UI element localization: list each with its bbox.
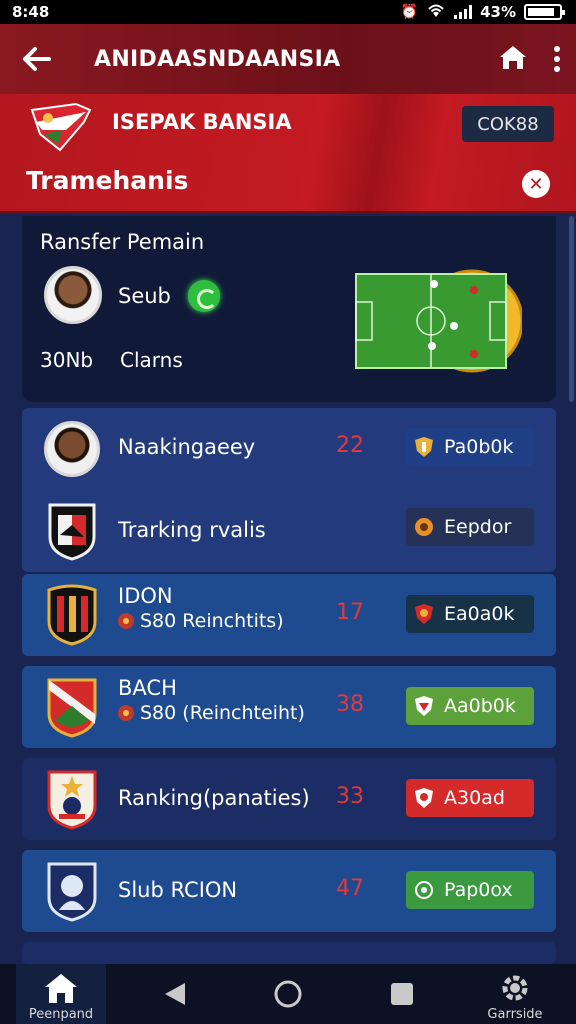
gear-icon: [502, 975, 528, 1001]
transfer-card[interactable]: Ransfer Pemain Seub 30Nb Clarns: [22, 216, 556, 402]
header-banner: ISEPAK BANSIA COK88 Tramehanis ✕: [0, 94, 576, 214]
row-name: Slub RCION: [118, 878, 238, 902]
club-badge-icon: [42, 500, 102, 562]
row-number: 17: [336, 600, 364, 625]
wifi-icon: [426, 2, 446, 22]
nav-back[interactable]: [130, 964, 220, 1024]
status-time: 8:48: [12, 3, 50, 21]
row-action-label: Pa0b0k: [444, 436, 514, 458]
square-recents-icon: [390, 983, 413, 1005]
close-button[interactable]: ✕: [522, 170, 550, 198]
app-bar: ANIDAASNDAANSIA: [0, 24, 576, 94]
close-icon: ✕: [528, 173, 544, 195]
row-number: 47: [336, 876, 364, 901]
online-status-icon: [188, 280, 220, 312]
home-icon: [45, 974, 77, 1003]
section-title: Tramehanis: [26, 166, 189, 195]
list-item[interactable]: IDON S80 Reinchtits) 17 Ea0a0k: [22, 574, 556, 656]
house-icon: [500, 46, 526, 69]
medal-icon: [118, 705, 134, 721]
club-badge-icon: [42, 860, 102, 922]
medal-icon: [118, 613, 134, 629]
status-bar: 8:48 ⏰ 43%: [0, 0, 576, 24]
row-name: Trarking rvalis: [118, 518, 266, 542]
brand-name: ISEPAK BANSIA: [112, 110, 292, 134]
row-name: Naakingaeey: [118, 435, 256, 459]
football-pitch-image: [355, 269, 522, 373]
stats-value: 30Nb: [40, 348, 94, 372]
nav-home[interactable]: Peenpand: [16, 964, 106, 1024]
brand-logo: [26, 100, 96, 154]
circle-icon: [415, 881, 433, 899]
arrow-left-icon: [23, 47, 51, 71]
row-action-button[interactable]: Eepdor: [406, 508, 534, 546]
row-action-label: A30ad: [444, 787, 505, 809]
list-item[interactable]: Naakingaeey 22 Pa0b0k Trarking rvalis Ee…: [22, 408, 556, 572]
club-badge-icon: [42, 676, 102, 738]
stats-label: Clarns: [120, 348, 183, 372]
list-item[interactable]: [22, 942, 556, 964]
row-action-label: Aa0b0k: [444, 695, 516, 717]
row-action-button[interactable]: Pa0b0k: [406, 428, 534, 466]
club-badge-icon: [42, 768, 102, 830]
triangle-back-icon: [164, 983, 185, 1005]
row-subtitle: S80 (Reinchteiht): [118, 702, 305, 724]
row-action-button[interactable]: Pap0ox: [406, 871, 534, 909]
list-item[interactable]: Ranking(panaties) 33 A30ad: [22, 758, 556, 840]
row-number: 33: [336, 784, 364, 809]
row-subtitle: S80 Reinchtits): [118, 610, 284, 632]
code-chip[interactable]: COK88: [462, 106, 554, 142]
nav-home-label: Peenpand: [28, 1007, 94, 1022]
house-button[interactable]: [498, 43, 528, 75]
row-action-label: Eepdor: [444, 516, 512, 538]
row-action-button[interactable]: A30ad: [406, 779, 534, 817]
row-name: Ranking(panaties): [118, 786, 310, 810]
more-menu-button[interactable]: [554, 46, 560, 72]
row-action-label: Ea0a0k: [444, 603, 515, 625]
app-title: ANIDAASNDAANSIA: [94, 46, 341, 72]
bottom-navigation: Peenpand Garrside: [0, 964, 576, 1024]
battery-icon: [524, 4, 565, 20]
back-button[interactable]: [16, 39, 56, 79]
club-name: Seub: [118, 284, 171, 308]
battery-percent: 43%: [480, 3, 516, 21]
row-name: BACH: [118, 676, 177, 700]
nav-home-circle[interactable]: [243, 964, 333, 1024]
alarm-icon: ⏰: [400, 4, 419, 20]
row-action-button[interactable]: Aa0b0k: [406, 687, 534, 725]
shield-icon: [415, 437, 433, 457]
list-item[interactable]: Slub RCION 47 Pap0ox: [22, 850, 556, 932]
shield-icon: [415, 788, 433, 808]
player-avatar: [44, 266, 102, 324]
nav-profile-label: Garrside: [487, 1007, 543, 1022]
row-action-label: Pap0ox: [444, 879, 513, 901]
badge-icon: [415, 518, 433, 536]
nav-recents[interactable]: [357, 964, 447, 1024]
transfer-title: Ransfer Pemain: [40, 230, 205, 254]
shield-icon: [415, 604, 433, 624]
row-action-button[interactable]: Ea0a0k: [406, 595, 534, 633]
scrollbar[interactable]: [569, 216, 574, 402]
status-icons: ⏰ 43%: [400, 2, 565, 22]
circle-home-icon: [274, 980, 302, 1008]
signal-icon: [454, 5, 473, 19]
nav-profile[interactable]: Garrside: [470, 964, 560, 1024]
shield-icon: [415, 696, 433, 716]
club-badge-icon: [42, 584, 102, 646]
row-number: 22: [336, 433, 364, 458]
row-name: IDON: [118, 584, 173, 608]
list-item[interactable]: BACH S80 (Reinchteiht) 38 Aa0b0k: [22, 666, 556, 748]
row-number: 38: [336, 692, 364, 717]
player-avatar: [42, 418, 102, 480]
